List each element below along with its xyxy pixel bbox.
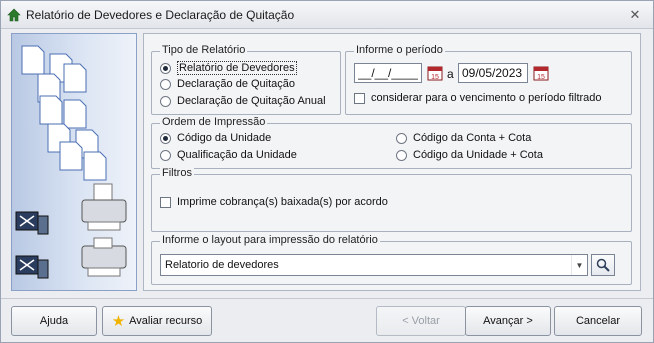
layout-select-value: Relatorio de devedores xyxy=(165,259,279,271)
svg-text:15: 15 xyxy=(431,74,439,81)
calendar-icon[interactable]: 15 xyxy=(533,65,549,81)
help-button-label: Ajuda xyxy=(39,315,69,327)
title-bar: Relatório de Devedores e Declaração de Q… xyxy=(1,1,653,29)
checkbox-label: considerar para o vencimento o período f… xyxy=(371,92,602,104)
layout-select[interactable]: Relatorio de devedores ▼ xyxy=(160,254,588,276)
layout-legend: Informe o layout para impressão do relat… xyxy=(160,234,380,246)
radio-label: Declaração de Quitação xyxy=(177,78,296,90)
window-title: Relatório de Devedores e Declaração de Q… xyxy=(26,8,295,22)
radio-report-debtors[interactable]: Relatório de Devedores xyxy=(160,61,297,75)
start-date-input[interactable] xyxy=(354,63,422,83)
radio-indicator[interactable] xyxy=(160,149,171,161)
date-range-separator: a xyxy=(447,67,454,81)
calendar-icon[interactable]: 15 xyxy=(427,65,443,81)
next-button[interactable]: Avançar > xyxy=(465,306,551,336)
radio-order-account-quota[interactable]: Código da Conta + Cota xyxy=(396,132,531,144)
radio-order-unit-qualification[interactable]: Qualificação da Unidade xyxy=(160,149,297,161)
period-group: Informe o período 15 a 15 considerar par… xyxy=(345,44,632,115)
agreement-settled-checkbox[interactable]: Imprime cobrança(s) baixada(s) por acord… xyxy=(160,196,388,208)
radio-indicator[interactable] xyxy=(160,78,171,90)
print-order-group: Ordem de Impressão Código da Unidade Qua… xyxy=(151,116,632,169)
radio-label: Declaração de Quitação Anual xyxy=(177,95,326,107)
cancel-button-label: Cancelar xyxy=(575,315,621,327)
layout-group: Informe o layout para impressão do relat… xyxy=(151,234,632,285)
radio-indicator[interactable] xyxy=(160,95,171,107)
radio-indicator[interactable] xyxy=(396,132,407,144)
rate-feature-button-label: Avaliar recurso xyxy=(129,315,203,327)
side-illustration xyxy=(11,33,137,291)
radio-indicator[interactable] xyxy=(160,132,171,144)
computer-icon xyxy=(15,211,49,279)
radio-label: Código da Unidade + Cota xyxy=(413,149,543,161)
period-filter-checkbox[interactable]: considerar para o vencimento o período f… xyxy=(354,92,602,104)
filters-group: Filtros Imprime cobrança(s) baixada(s) p… xyxy=(151,167,632,232)
end-date-input[interactable] xyxy=(458,63,528,83)
radio-indicator[interactable] xyxy=(160,62,171,74)
next-button-label: Avançar > xyxy=(483,315,533,327)
dialog-window: Relatório de Devedores e Declaração de Q… xyxy=(0,0,654,343)
radio-report-quittance[interactable]: Declaração de Quitação xyxy=(160,78,295,90)
close-icon[interactable]: ✕ xyxy=(625,6,645,24)
footer-divider xyxy=(1,298,653,299)
radio-label: Código da Conta + Cota xyxy=(413,132,532,144)
cancel-button[interactable]: Cancelar xyxy=(554,306,642,336)
radio-indicator[interactable] xyxy=(396,149,407,161)
radio-report-annual-quittance[interactable]: Declaração de Quitação Anual xyxy=(160,95,326,107)
report-type-legend: Tipo de Relatório xyxy=(160,44,248,56)
report-type-group: Tipo de Relatório Relatório de Devedores… xyxy=(151,44,341,115)
rate-feature-button[interactable]: ★ Avaliar recurso xyxy=(102,306,212,336)
back-button[interactable]: < Voltar xyxy=(376,306,466,336)
print-order-legend: Ordem de Impressão xyxy=(160,116,268,128)
options-panel: Tipo de Relatório Relatório de Devedores… xyxy=(143,33,641,291)
radio-label: Relatório de Devedores xyxy=(177,61,297,75)
radio-order-unit-quota[interactable]: Código da Unidade + Cota xyxy=(396,149,543,161)
svg-text:15: 15 xyxy=(537,74,545,81)
search-icon xyxy=(596,258,610,272)
back-button-label: < Voltar xyxy=(402,315,440,327)
radio-label: Código da Unidade xyxy=(177,132,272,144)
checkbox-label: Imprime cobrança(s) baixada(s) por acord… xyxy=(177,196,388,208)
search-button[interactable] xyxy=(591,254,615,276)
help-button[interactable]: Ajuda xyxy=(11,306,97,336)
filters-legend: Filtros xyxy=(160,167,194,179)
radio-order-unit-code[interactable]: Código da Unidade xyxy=(160,132,271,144)
checkbox-indicator[interactable] xyxy=(160,196,171,208)
home-icon xyxy=(7,8,21,22)
document-icon xyxy=(21,45,107,181)
star-icon: ★ xyxy=(111,312,126,330)
checkbox-indicator[interactable] xyxy=(354,92,365,104)
period-legend: Informe o período xyxy=(354,44,445,56)
printer-icon xyxy=(81,183,127,277)
chevron-down-icon[interactable]: ▼ xyxy=(571,255,587,275)
radio-label: Qualificação da Unidade xyxy=(177,149,297,161)
